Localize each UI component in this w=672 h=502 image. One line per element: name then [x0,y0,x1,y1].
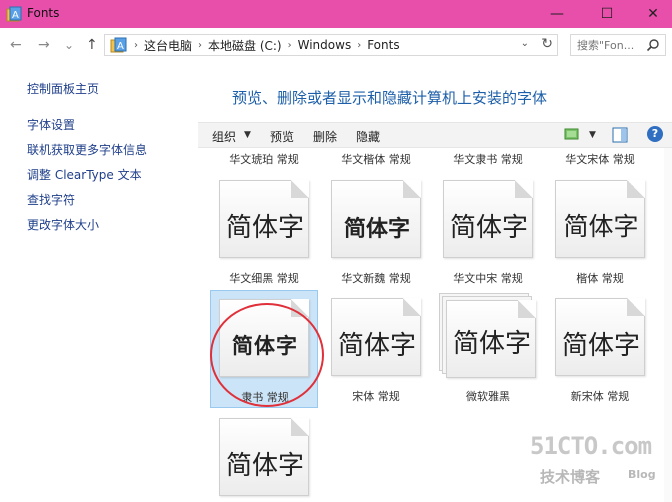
forward-arrow-icon[interactable]: → [38,37,50,53]
close-button[interactable]: ✕ [630,0,672,28]
font-tile[interactable]: 简体字 宋体 常规 [322,290,430,408]
title-bar: A Fonts — ☐ ✕ [0,0,672,28]
minimize-button[interactable]: — [534,0,580,28]
font-tile[interactable]: 简体字 楷体 常规 [546,172,654,288]
font-preview-icon: 简体字 [331,180,421,258]
font-preview-icon: 简体字 [446,300,536,378]
address-bar[interactable]: A › 这台电脑 › 本地磁盘 (C:) › Windows › Fonts ⌄… [104,34,558,56]
font-sample: 简体字 [343,216,410,242]
sidebar-get-more-font-info[interactable]: 联机获取更多字体信息 [27,141,147,158]
maximize-button[interactable]: ☐ [584,0,630,28]
breadcrumb-separator-icon: › [357,39,362,51]
fonts-folder-icon: A [6,6,22,22]
font-sample: 简体字 [337,331,416,361]
font-name: 华文宋体 常规 [565,153,635,166]
font-tile[interactable]: 华文楷体 常规 [322,148,430,168]
back-arrow-icon[interactable]: ← [10,37,22,53]
font-sample: 简体字 [452,329,531,359]
command-toolbar: 组织 ▼ 预览 删除 隐藏 ▼ ? [198,122,672,148]
font-sample: 简体字 [225,213,304,243]
breadcrumb-this-pc[interactable]: 这台电脑 [144,37,192,54]
watermark-site: 51CTO.com [530,432,652,460]
hide-button[interactable]: 隐藏 [356,128,380,145]
font-name: 华文新魏 常规 [341,272,411,285]
font-name: 宋体 常规 [352,390,400,403]
font-preview-icon: 简体字 [555,298,645,376]
font-tile[interactable]: 简体字 [210,410,318,502]
font-name: 华文隶书 常规 [453,153,523,166]
font-name: 华文琥珀 常规 [229,153,299,166]
font-sample: 简体字 [225,451,304,481]
view-dropdown-icon[interactable]: ▼ [589,130,596,140]
navigation-bar: ← → ⌄ ↑ A › 这台电脑 › 本地磁盘 (C:) › Windows ›… [0,28,672,62]
fonts-folder-icon: A [110,37,127,53]
svg-text:A: A [117,41,124,52]
font-preview-icon: 简体字 [219,418,309,496]
annotation-circle [210,303,324,407]
search-input[interactable] [571,35,645,55]
search-icon[interactable] [646,38,660,52]
change-view-icon[interactable] [564,127,580,141]
address-dropdown-icon[interactable]: ⌄ [521,38,529,49]
preview-pane-icon[interactable] [612,127,628,143]
font-family-tile[interactable]: 简体字 微软雅黑 [434,290,542,408]
font-preview-icon: 简体字 [331,298,421,376]
delete-button[interactable]: 删除 [313,128,337,145]
font-name: 华文楷体 常规 [341,153,411,166]
font-tile[interactable]: 简体字 华文细黑 常规 [210,172,318,288]
font-tile[interactable]: 华文琥珀 常规 [210,148,318,168]
font-preview-icon: 简体字 [219,180,309,258]
organize-button[interactable]: 组织 [212,128,236,145]
breadcrumb-separator-icon: › [198,39,203,51]
font-sample: 简体字 [561,331,640,361]
sidebar-control-panel-home[interactable]: 控制面板主页 [27,80,99,97]
breadcrumb-fonts[interactable]: Fonts [367,38,399,52]
sidebar-find-character[interactable]: 查找字符 [27,191,75,208]
breadcrumb-separator-icon: › [134,39,138,51]
help-icon[interactable]: ? [647,126,663,142]
svg-text:A: A [12,10,19,21]
search-box[interactable] [570,34,666,56]
breadcrumb-separator-icon: › [287,39,292,51]
font-preview-icon: 简体字 [443,180,533,258]
font-name: 新宋体 常规 [570,390,630,403]
organize-dropdown-icon[interactable]: ▼ [244,130,251,140]
font-sample: 简体字 [563,212,639,241]
breadcrumb-windows[interactable]: Windows [298,38,352,52]
font-tile[interactable]: 华文隶书 常规 [434,148,542,168]
refresh-icon[interactable]: ↻ [541,36,553,52]
recent-locations-chevron-icon[interactable]: ⌄ [64,38,74,52]
font-preview-icon: 简体字 [555,180,645,258]
page-heading: 预览、删除或者显示和隐藏计算机上安装的字体 [232,89,548,107]
font-sample: 简体字 [449,213,528,243]
watermark-text: 技术博客 [540,468,601,486]
font-tile[interactable]: 简体字 华文中宋 常规 [434,172,542,288]
font-name: 微软雅黑 [466,390,510,403]
sidebar-font-settings[interactable]: 字体设置 [27,116,75,133]
font-tile[interactable]: 华文宋体 常规 [546,148,654,168]
font-tile[interactable]: 简体字 华文新魏 常规 [322,172,430,288]
watermark: 51CTO.com 技术博客 Blog [530,432,668,492]
font-tile[interactable]: 简体字 新宋体 常规 [546,290,654,408]
font-name: 华文细黑 常规 [229,272,299,285]
preview-button[interactable]: 预览 [270,128,294,145]
font-name: 楷体 常规 [576,272,624,285]
up-arrow-icon[interactable]: ↑ [86,37,98,53]
sidebar: 控制面板主页 字体设置 联机获取更多字体信息 调整 ClearType 文本 查… [0,62,198,502]
font-name: 华文中宋 常规 [453,272,523,285]
window-title: Fonts [27,6,60,20]
sidebar-adjust-cleartype[interactable]: 调整 ClearType 文本 [27,166,142,183]
watermark-blog: Blog [628,468,656,481]
breadcrumb-local-disk[interactable]: 本地磁盘 (C:) [208,37,282,54]
sidebar-change-font-size[interactable]: 更改字体大小 [27,216,99,233]
